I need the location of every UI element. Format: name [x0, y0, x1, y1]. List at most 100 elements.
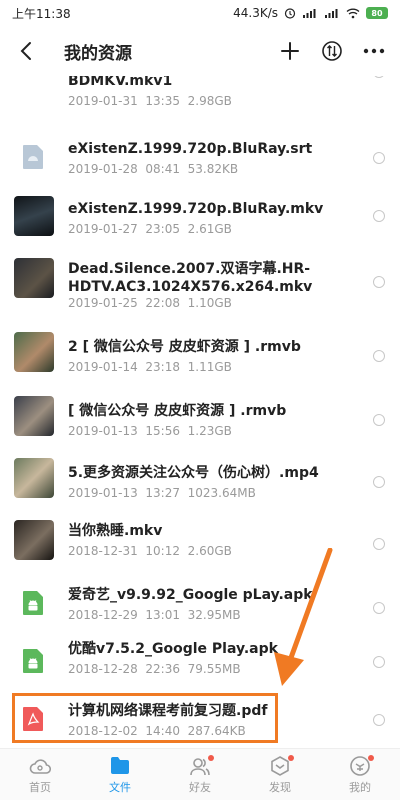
notification-badge	[288, 755, 294, 761]
select-radio[interactable]	[373, 538, 385, 550]
file-size: 1023.64MB	[187, 486, 256, 500]
plus-icon[interactable]	[276, 37, 304, 65]
select-radio[interactable]	[373, 152, 385, 164]
file-size: 1.10GB	[187, 296, 232, 310]
status-indicators: 44.3K/s 80	[233, 6, 388, 20]
file-meta: 2018-12-29 13:01 32.95MB	[68, 608, 241, 622]
select-radio[interactable]	[373, 656, 385, 668]
status-time: 上午11:38	[12, 6, 71, 21]
file-date: 2019-01-13	[68, 424, 138, 438]
file-row[interactable]: [ 微信公众号 皮皮虾资源 ] .rmvb 2019-01-13 15:56 1…	[0, 392, 400, 452]
tab-label: 好友	[189, 780, 211, 794]
file-time: 22:08	[145, 296, 180, 310]
file-row[interactable]: 当你熟睡.mkv 2018-12-31 10:12 2.60GB	[0, 516, 400, 576]
tab-files[interactable]: 文件	[80, 749, 160, 800]
more-icon[interactable]	[360, 37, 388, 65]
file-size: 53.82KB	[187, 162, 239, 176]
tab-label: 我的	[349, 780, 371, 794]
select-radio[interactable]	[373, 714, 385, 726]
android-apk-icon	[22, 648, 44, 674]
file-date: 2018-12-31	[68, 544, 138, 558]
select-radio[interactable]	[373, 476, 385, 488]
file-name: BDMKV.mkv1	[68, 76, 173, 89]
file-date: 2019-01-14	[68, 360, 138, 374]
header-bar: 我的资源	[0, 26, 400, 76]
file-date: 2019-01-25	[68, 296, 138, 310]
file-row[interactable]: BDMKV.mkv1 2019-01-31 13:35 2.98GB	[0, 76, 400, 128]
file-name: 当你熟睡.mkv	[68, 523, 163, 539]
file-row[interactable]: eXistenZ.1999.720p.BluRay.srt 2019-01-28…	[0, 128, 400, 188]
tab-label: 首页	[29, 780, 51, 794]
select-radio[interactable]	[373, 210, 385, 222]
file-row[interactable]: eXistenZ.1999.720p.BluRay.mkv 2019-01-27…	[0, 188, 400, 248]
file-meta: 2019-01-28 08:41 53.82KB	[68, 162, 238, 176]
file-size: 2.60GB	[187, 544, 232, 558]
video-thumbnail	[14, 332, 54, 372]
file-size: 1.11GB	[187, 360, 232, 374]
file-time: 08:41	[145, 162, 180, 176]
alarm-icon	[284, 7, 296, 19]
file-size: 1.23GB	[187, 424, 232, 438]
file-time: 13:35	[145, 94, 180, 108]
file-row[interactable]: 5.更多资源关注公众号（伤心树）.mp4 2019-01-13 13:27 10…	[0, 454, 400, 514]
video-thumbnail	[14, 520, 54, 560]
tab-label: 发现	[269, 780, 291, 794]
file-time: 23:18	[145, 360, 180, 374]
notification-badge	[368, 755, 374, 761]
file-time: 15:56	[145, 424, 180, 438]
file-size: 32.95MB	[187, 608, 241, 622]
file-name: 2 [ 微信公众号 皮皮虾资源 ] .rmvb	[68, 339, 301, 355]
file-meta: 2018-12-31 10:12 2.60GB	[68, 544, 232, 558]
video-thumbnail	[14, 196, 54, 236]
file-date: 2018-12-29	[68, 608, 138, 622]
file-name: [ 微信公众号 皮皮虾资源 ] .rmvb	[68, 403, 287, 419]
file-date: 2019-01-27	[68, 222, 138, 236]
file-meta: 2019-01-14 23:18 1.11GB	[68, 360, 232, 374]
file-meta: 2018-12-28 22:36 79.55MB	[68, 662, 241, 676]
file-list[interactable]: BDMKV.mkv1 2019-01-31 13:35 2.98GB eXist…	[0, 76, 400, 746]
video-thumbnail	[14, 258, 54, 298]
back-arrow-icon[interactable]	[12, 37, 40, 65]
file-name: eXistenZ.1999.720p.BluRay.mkv	[68, 201, 324, 217]
subtitle-file-icon	[22, 144, 44, 170]
file-row[interactable]: 优酷v7.5.2_Google Play.apk 2018-12-28 22:3…	[0, 636, 400, 696]
file-row[interactable]: Dead.Silence.2007.双语字幕.HR-HDTV.AC3.1024X…	[0, 248, 400, 318]
file-meta: 2019-01-27 23:05 2.61GB	[68, 222, 232, 236]
signal-icon	[302, 7, 318, 19]
video-thumbnail	[14, 396, 54, 436]
android-apk-icon	[22, 590, 44, 616]
wifi-icon	[346, 7, 360, 19]
tab-profile[interactable]: 我的	[320, 749, 400, 800]
bottom-tab-bar: 首页 文件 好友 发现 我的	[0, 748, 400, 800]
select-radio[interactable]	[373, 276, 385, 288]
page-title: 我的资源	[64, 43, 132, 64]
file-name: 5.更多资源关注公众号（伤心树）.mp4	[68, 465, 319, 481]
tab-home[interactable]: 首页	[0, 749, 80, 800]
tab-friends[interactable]: 好友	[160, 749, 240, 800]
file-date: 2019-01-13	[68, 486, 138, 500]
network-speed: 44.3K/s	[233, 6, 278, 20]
file-time: 22:36	[145, 662, 180, 676]
file-date: 2018-12-28	[68, 662, 138, 676]
file-row[interactable]: 爱奇艺_v9.9.92_Google pLay.apk 2018-12-29 1…	[0, 578, 400, 638]
file-meta: 2019-01-31 13:35 2.98GB	[68, 94, 232, 108]
select-radio[interactable]	[373, 76, 385, 78]
annotation-arrow	[274, 548, 333, 686]
file-date: 2019-01-28	[68, 162, 138, 176]
signal-hd-icon	[324, 7, 340, 19]
file-size: 2.61GB	[187, 222, 232, 236]
video-thumbnail	[14, 458, 54, 498]
select-radio[interactable]	[373, 350, 385, 362]
file-date: 2019-01-31	[68, 94, 138, 108]
file-size: 2.98GB	[187, 94, 232, 108]
cloud-icon	[29, 755, 51, 777]
file-time: 13:01	[145, 608, 180, 622]
file-name: eXistenZ.1999.720p.BluRay.srt	[68, 141, 313, 157]
tab-discover[interactable]: 发现	[240, 749, 320, 800]
file-row[interactable]: 2 [ 微信公众号 皮皮虾资源 ] .rmvb 2019-01-14 23:18…	[0, 328, 400, 388]
sort-icon[interactable]	[318, 37, 346, 65]
select-radio[interactable]	[373, 602, 385, 614]
file-size: 79.55MB	[187, 662, 241, 676]
notification-badge	[208, 755, 214, 761]
select-radio[interactable]	[373, 414, 385, 426]
